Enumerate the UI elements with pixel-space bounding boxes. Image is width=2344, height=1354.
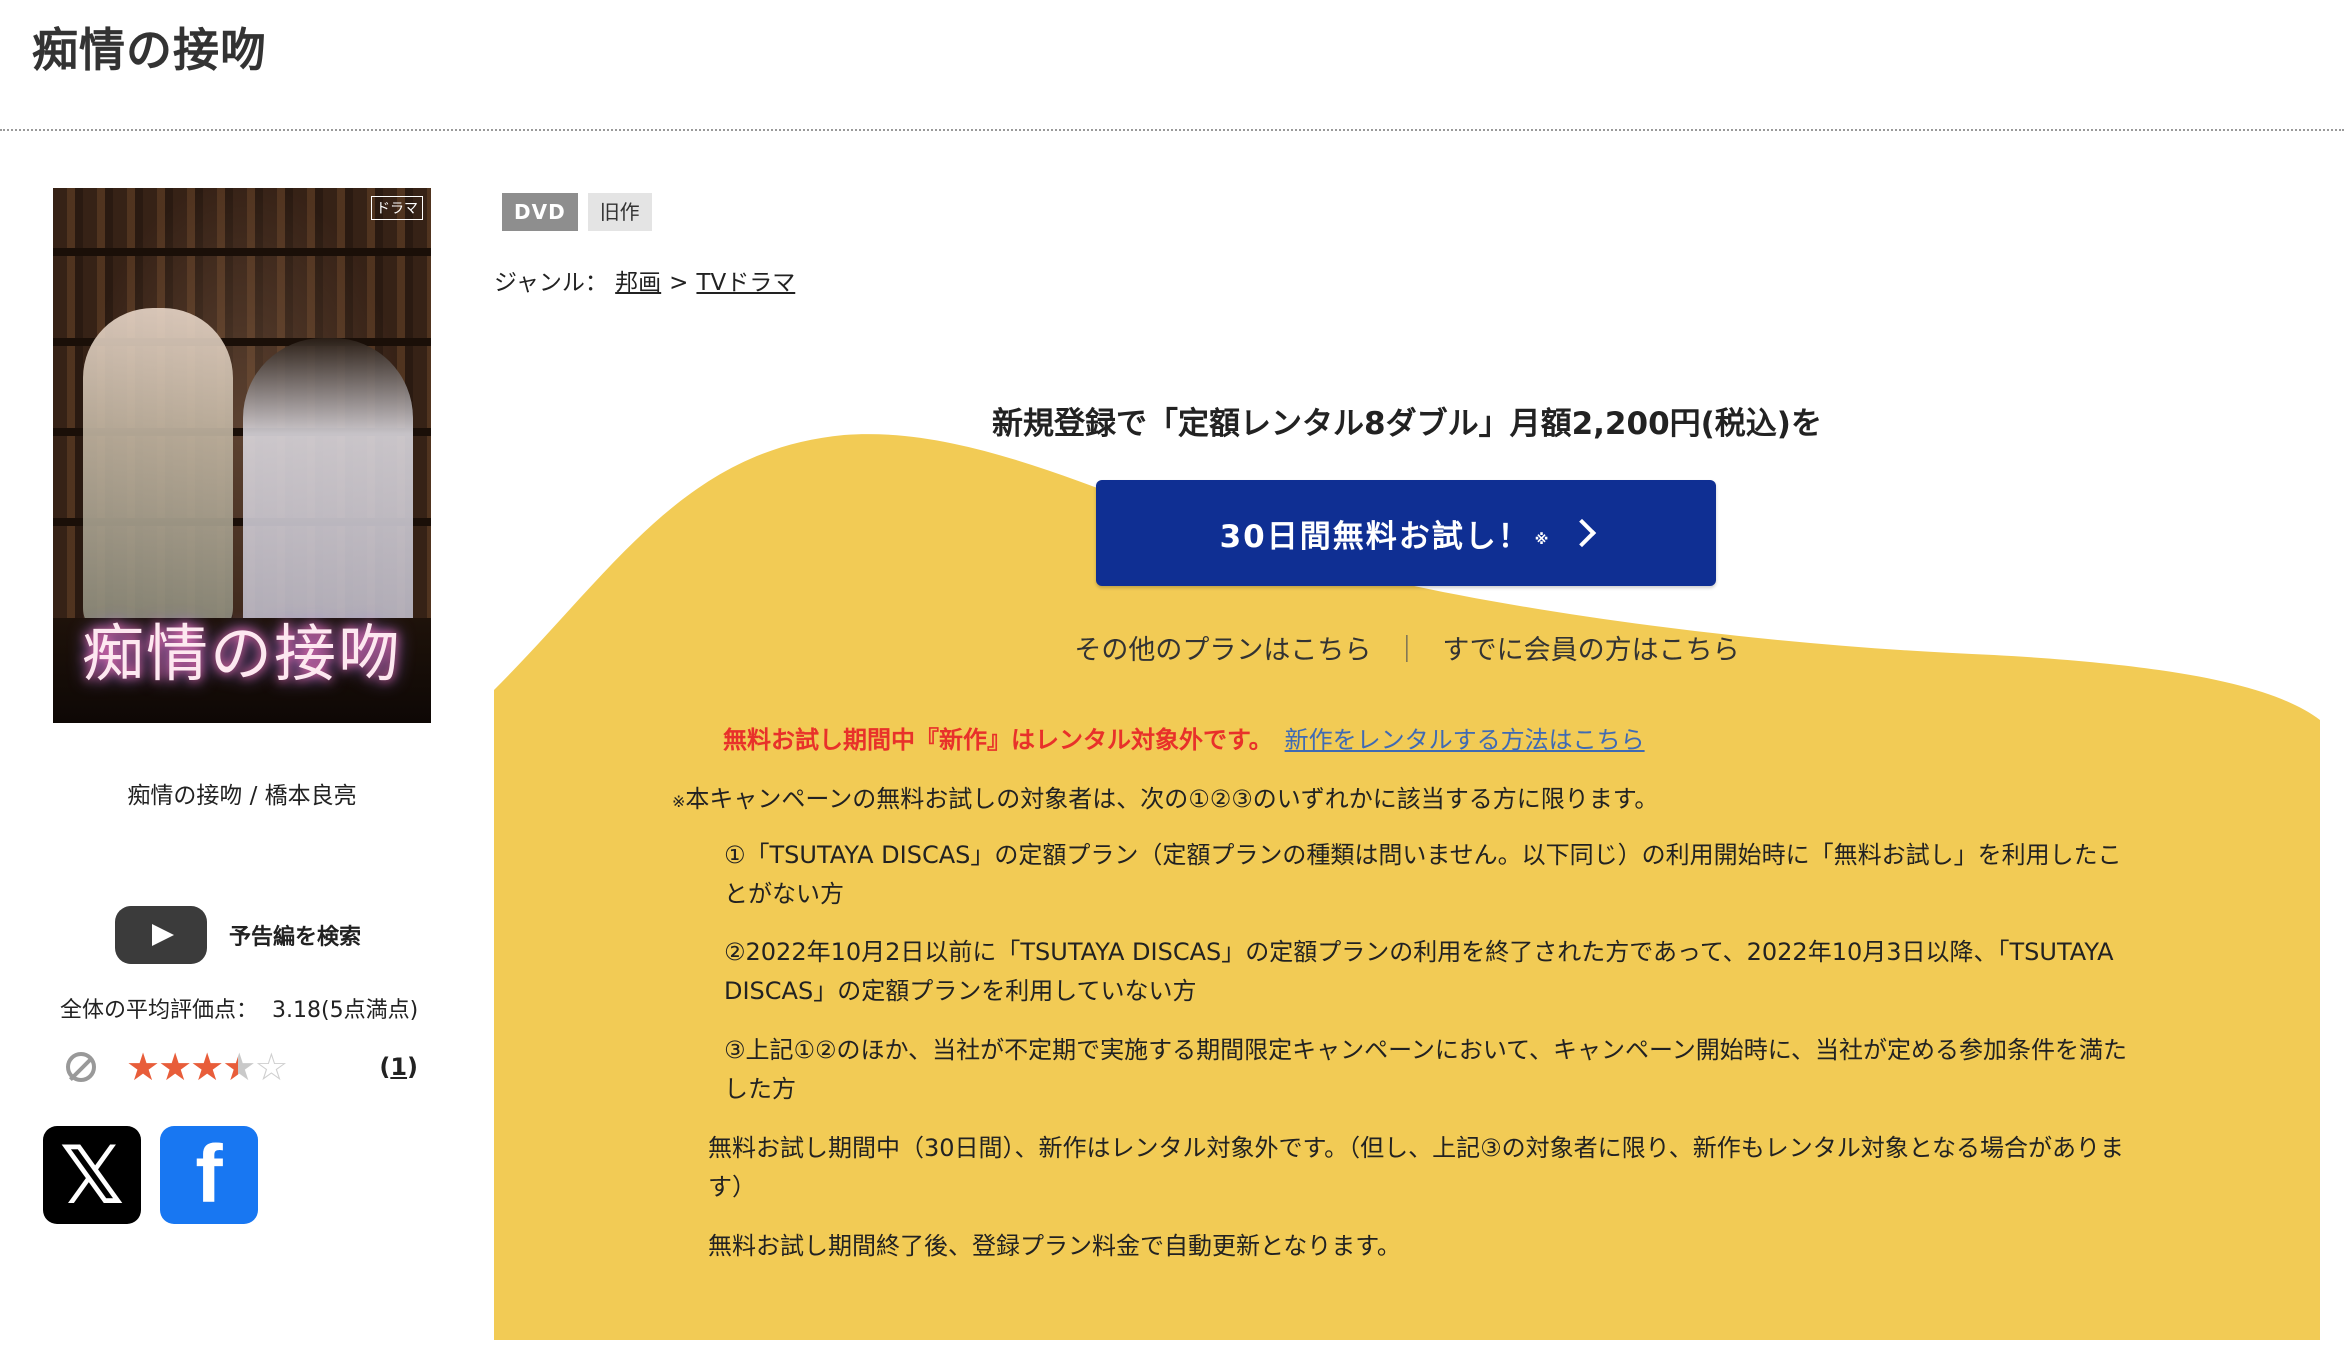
play-icon[interactable] xyxy=(115,906,207,964)
poster-logo: 痴情の接吻 xyxy=(81,617,402,690)
trailer-label[interactable]: 予告編を検索 xyxy=(229,919,361,951)
genre-separator: > xyxy=(669,270,689,296)
member-login-link[interactable]: すでに会員の方はこちら xyxy=(1442,635,1739,666)
campaign-note: 無料お試し期間中（30日間）、新作はレンタル対象外です。（但し、上記③の対象者に… xyxy=(708,1134,2124,1201)
x-icon: 𝕏 xyxy=(59,1128,125,1222)
review-count-link[interactable]: (1) xyxy=(379,1053,418,1081)
new-release-notice: 無料お試し期間中『新作』はレンタル対象外です。 新作をレンタルする方法はこちら xyxy=(723,720,1645,755)
tag-old-release: 旧作 xyxy=(587,193,652,231)
genre-link-tv-drama[interactable]: TVドラマ xyxy=(696,270,795,296)
poster-badge: ドラマ xyxy=(371,196,423,220)
eligibility-term: ①「TSUTAYA DISCAS」の定額プラン（定額プランの種類は問いません。以… xyxy=(724,841,2122,908)
not-interested-icon[interactable] xyxy=(66,1052,96,1082)
free-trial-button[interactable]: 30日間無料お試し！ ※ xyxy=(1096,480,1716,586)
campaign-eligibility-lead: ※本キャンペーンの無料お試しの対象者は、次の①②③のいずれかに該当する方に限りま… xyxy=(672,779,1658,814)
star-rating[interactable]: ★★★★☆ xyxy=(126,1045,288,1089)
genre-link-japanese-film[interactable]: 邦画 xyxy=(615,270,661,296)
new-release-help-link[interactable]: 新作をレンタルする方法はこちら xyxy=(1285,726,1645,754)
shelf-line xyxy=(53,248,431,256)
share-facebook-button[interactable]: f xyxy=(160,1126,258,1224)
tag-dvd: DVD xyxy=(502,193,578,231)
genre-label: ジャンル： xyxy=(494,270,608,296)
tag-list: DVD 旧作 xyxy=(502,193,652,231)
trailer-search-button[interactable]: 予告編を検索 xyxy=(115,906,361,964)
star-icon[interactable]: ★ xyxy=(222,1045,256,1089)
facebook-icon: f xyxy=(195,1129,223,1220)
free-trial-note-mark: ※ xyxy=(1534,532,1551,548)
eligibility-term: ②2022年10月2日以前に「TSUTAYA DISCAS」の定額プランの利用を… xyxy=(724,938,2114,1005)
average-rating-label: 全体の平均評価点： xyxy=(60,998,259,1023)
chevron-right-icon xyxy=(1568,518,1597,548)
star-icon[interactable]: ★ xyxy=(190,1045,224,1089)
new-release-warning: 無料お試し期間中『新作』はレンタル対象外です。 xyxy=(723,726,1273,754)
share-x-button[interactable]: 𝕏 xyxy=(43,1126,141,1224)
star-icon[interactable]: ★ xyxy=(126,1045,160,1089)
campaign-note: 無料お試し期間終了後、登録プラン料金で自動更新となります。 xyxy=(708,1232,1401,1260)
star-icon[interactable]: ★ xyxy=(158,1045,192,1089)
free-trial-label[interactable]: 30日間無料お試し！ xyxy=(1220,511,1531,556)
genre-breadcrumb: ジャンル： 邦画 > TVドラマ xyxy=(494,263,795,297)
poster-caption: 痴情の接吻 / 橋本良亮 xyxy=(127,783,357,809)
poster-figure-woman xyxy=(83,308,233,638)
eligibility-term: ③上記①②のほか、当社が不定期で実施する期間限定キャンペーンにおいて、キャンペー… xyxy=(724,1036,2128,1103)
rating-row: ★★★★☆ (1) xyxy=(66,1045,426,1089)
page-title: 痴情の接吻 xyxy=(32,23,267,77)
plan-links: その他のプランはこちら ｜ すでに会員の方はこちら xyxy=(494,628,2320,667)
average-rating-value: 3.18(5点満点) xyxy=(272,998,419,1023)
review-count[interactable]: 1 xyxy=(390,1053,407,1081)
other-plans-link[interactable]: その他のプランはこちら xyxy=(1074,635,1371,666)
product-jacket-image[interactable]: 痴情の接吻 ドラマ xyxy=(53,188,431,723)
terms-note-mark: ※ xyxy=(672,792,686,811)
campaign-headline: 新規登録で「定額レンタル8ダブル」月額2,200円(税込)を xyxy=(992,406,1822,442)
star-icon[interactable]: ☆ xyxy=(254,1045,288,1089)
terms-lead-text: 本キャンペーンの無料お試しの対象者は、次の①②③のいずれかに該当する方に限ります… xyxy=(685,785,1659,813)
title-divider xyxy=(0,129,2344,131)
link-divider: ｜ xyxy=(1393,635,1421,666)
average-rating: 全体の平均評価点： 3.18(5点満点) xyxy=(60,992,418,1024)
